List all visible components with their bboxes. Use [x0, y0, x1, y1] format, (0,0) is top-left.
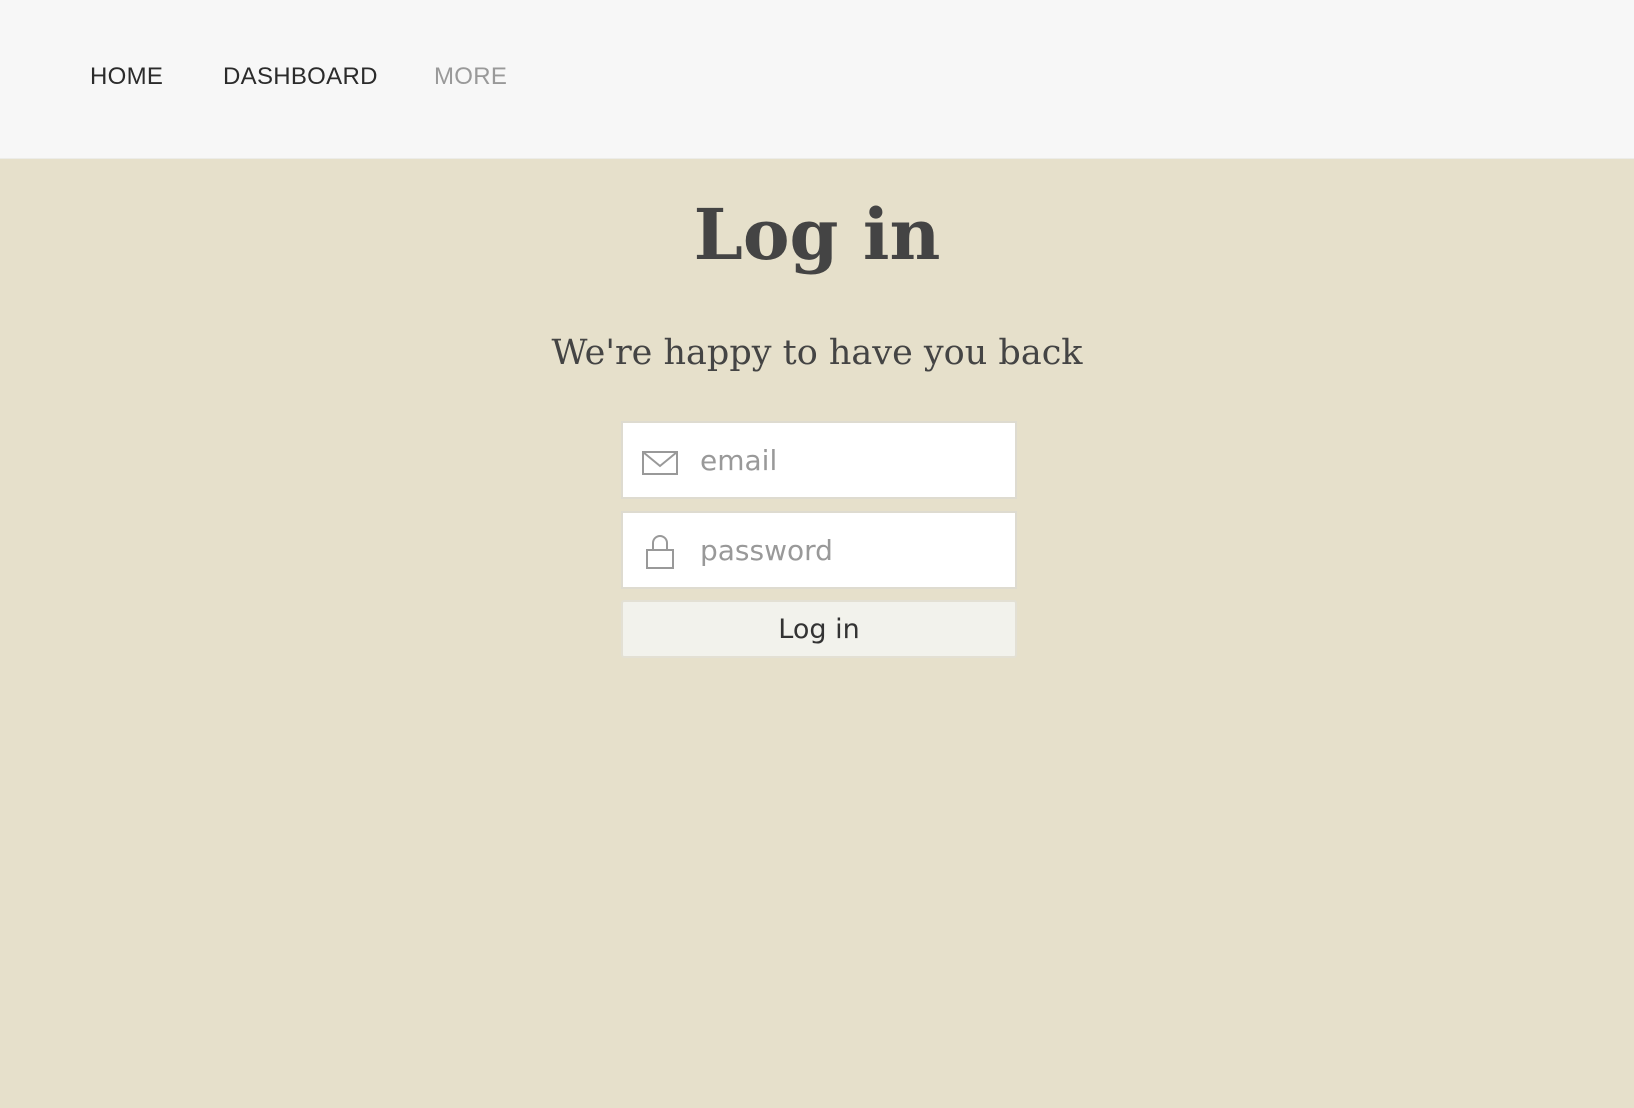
login-button[interactable]: Log in: [621, 600, 1017, 658]
email-input[interactable]: [700, 423, 1005, 497]
page-subtitle: We're happy to have you back: [551, 333, 1083, 373]
envelope-icon: [641, 445, 681, 481]
nav-dashboard-link[interactable]: DASHBOARD: [223, 62, 378, 92]
password-input[interactable]: [700, 513, 1005, 587]
password-field[interactable]: [621, 511, 1017, 589]
page-title: Log in: [693, 193, 941, 276]
email-field[interactable]: [621, 421, 1017, 499]
login-section: Log in We're happy to have you back Log …: [0, 159, 1634, 1108]
top-nav-bar: HOME DASHBOARD MORE: [0, 0, 1634, 159]
nav-more-link[interactable]: MORE: [434, 62, 507, 92]
nav-home-link[interactable]: HOME: [90, 62, 163, 92]
lock-icon: [641, 535, 681, 571]
